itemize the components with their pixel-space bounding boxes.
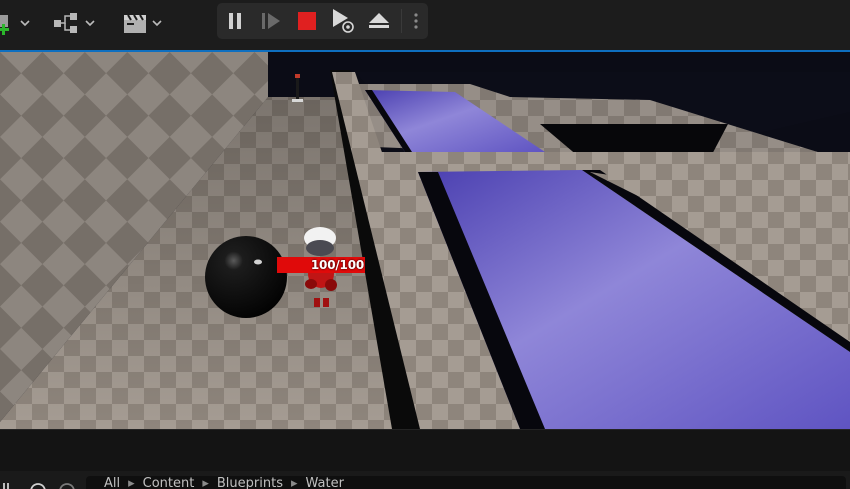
stop-button[interactable] xyxy=(289,3,325,39)
eject-icon xyxy=(369,13,389,28)
eject-button[interactable] xyxy=(361,3,397,39)
history-forward-icon[interactable] xyxy=(58,482,76,489)
pause-button[interactable] xyxy=(217,3,253,39)
game-viewport[interactable]: 100/100 xyxy=(0,52,850,429)
breadcrumb: All ▸ Content ▸ Blueprints ▸ Water xyxy=(86,476,846,489)
cinematics-clapper-icon xyxy=(124,14,146,33)
health-bar: 100/100 xyxy=(277,257,365,273)
breadcrumb-content[interactable]: Content xyxy=(143,476,195,489)
chevron-down-icon xyxy=(152,20,162,27)
add-actor-icon xyxy=(0,15,9,35)
frame-skip-icon xyxy=(262,13,280,29)
blueprint-graph-icon xyxy=(54,13,77,33)
breadcrumb-blueprints[interactable]: Blueprints xyxy=(217,476,283,489)
toolbar-divider xyxy=(401,9,402,33)
breadcrumb-separator: ▸ xyxy=(128,476,135,489)
chevron-down-icon xyxy=(20,20,30,27)
breadcrumb-all[interactable]: All xyxy=(104,476,120,489)
more-options-button[interactable] xyxy=(406,3,426,39)
pause-icon xyxy=(229,13,241,29)
breadcrumb-separator: ▸ xyxy=(202,476,209,489)
game-scene xyxy=(0,52,850,429)
cinematics-dropdown[interactable] xyxy=(122,8,163,38)
more-options-icon xyxy=(414,13,418,29)
content-browser-bar: All ▸ Content ▸ Blueprints ▸ Water xyxy=(0,471,850,489)
chevron-down-icon xyxy=(85,20,95,27)
possess-eject-icon xyxy=(333,9,354,33)
health-text: 100/100 xyxy=(310,258,364,272)
panel-icon[interactable] xyxy=(2,481,16,489)
blueprints-dropdown[interactable] xyxy=(53,8,96,38)
level-editor-toolbar xyxy=(0,0,850,52)
possess-eject-button[interactable] xyxy=(325,3,361,39)
add-content-dropdown[interactable] xyxy=(0,8,31,38)
breadcrumb-water[interactable]: Water xyxy=(306,476,344,489)
play-controls xyxy=(217,3,428,39)
history-back-icon[interactable] xyxy=(29,482,47,489)
frame-skip-button[interactable] xyxy=(253,3,289,39)
stop-icon xyxy=(298,12,316,30)
bottom-panel xyxy=(0,429,850,472)
breadcrumb-separator: ▸ xyxy=(290,476,298,489)
